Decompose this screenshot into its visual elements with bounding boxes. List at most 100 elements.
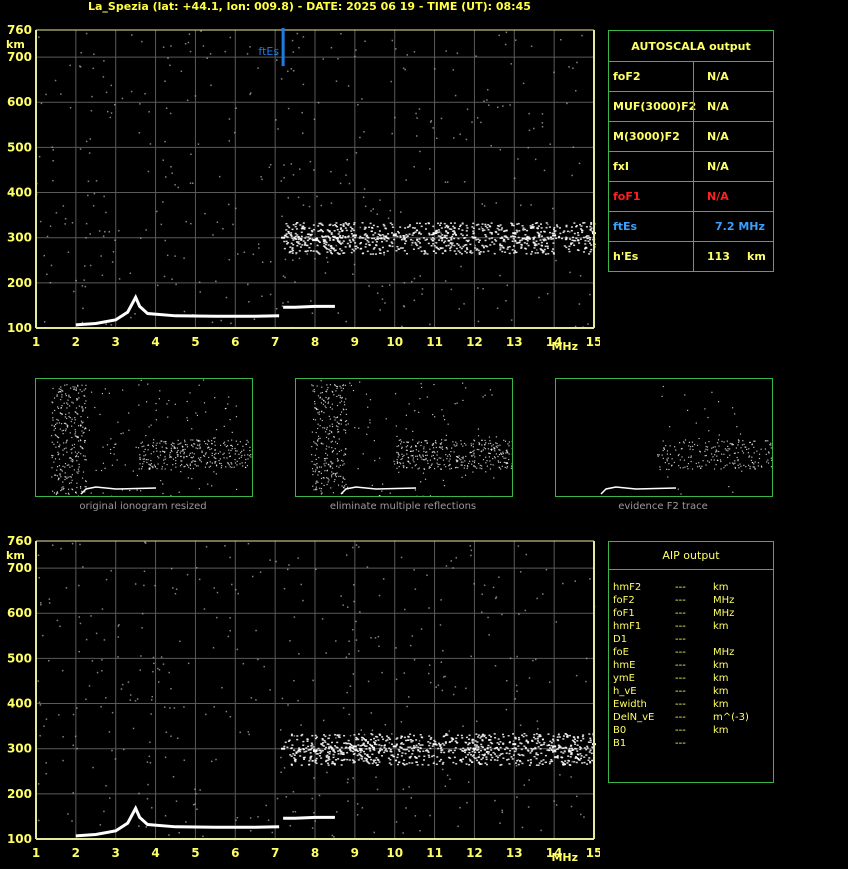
autoscala-param: ftEs <box>613 220 638 233</box>
aip-value: --- <box>675 660 686 671</box>
x-tick-label: 10 <box>386 335 403 349</box>
f-region-point <box>392 745 397 748</box>
aip-row-hmf2: hmF2 --- km <box>609 582 773 595</box>
aip-title: AIP output <box>609 542 773 570</box>
aip-unit: km <box>713 660 729 671</box>
x-axis-label: MHz <box>551 851 578 864</box>
autoscala-param: h'Es <box>613 250 639 263</box>
aip-row-deln-ve: DelN_vE --- m^(-3) <box>609 712 773 725</box>
y-axis-label: km <box>6 549 25 562</box>
thumbnail-f2-trace-plot <box>600 385 773 495</box>
aip-value: --- <box>675 712 686 723</box>
x-tick-label: 3 <box>112 846 120 860</box>
x-tick-label: 2 <box>72 846 80 860</box>
autoscala-row-m-3000-f2: M(3000)F2 N/A <box>609 121 773 151</box>
aip-value: --- <box>675 699 686 710</box>
y-tick-label: 500 <box>7 651 32 665</box>
aip-param: ymE <box>613 673 635 684</box>
autoscala-unit: km <box>747 250 766 263</box>
x-tick-label: 9 <box>351 335 359 349</box>
y-tick-label: 200 <box>7 787 32 801</box>
y-tick-label: 600 <box>7 95 32 109</box>
y-tick-label: 300 <box>7 742 32 756</box>
aip-unit: MHz <box>713 608 735 619</box>
x-tick-label: 13 <box>506 335 523 349</box>
aip-param: hmE <box>613 660 636 671</box>
ftes-marker-label: ftEs <box>258 45 279 58</box>
aip-param: h_vE <box>613 686 637 697</box>
echo-speckles <box>37 541 596 841</box>
x-tick-label: 4 <box>151 846 159 860</box>
x-tick-label: 5 <box>191 335 199 349</box>
autoscala-row-fxi: fxI N/A <box>609 151 773 181</box>
autoscala-title-text: AUTOSCALA output <box>631 39 751 53</box>
autoscala-output-panel: AUTOSCALA output foF2 N/A MUF(3000)F2 N/A M(… <box>608 30 774 272</box>
aip-row-foe: foE --- MHz <box>609 647 773 660</box>
autoscala-title: AUTOSCALA output <box>609 31 773 61</box>
autoscala-value: 7.2 MHz <box>715 220 765 233</box>
aip-row-hmf1: hmF1 --- km <box>609 621 773 634</box>
aip-value: --- <box>675 621 686 632</box>
aip-unit: km <box>713 582 729 593</box>
y-tick-label: 700 <box>7 50 32 64</box>
autoscala-value: 113 <box>707 250 730 263</box>
aip-param: foF1 <box>613 608 635 619</box>
thumbnail-original <box>35 378 254 497</box>
e-layer-traceline <box>75 804 280 838</box>
aip-unit: km <box>713 673 729 684</box>
y-tick-label: 300 <box>7 231 32 245</box>
autoscala-row-h-es: h'Es 113 km <box>609 241 773 271</box>
aip-unit: km <box>713 699 729 710</box>
x-tick-label: 1 <box>32 846 40 860</box>
aip-param: D1 <box>613 634 628 645</box>
autoscala-divider <box>693 182 694 211</box>
ionogram-chart-bottom: 1 2 3 4 5 6 7 8 9 10 11 12 13 14 151002003004005006007… <box>6 534 600 864</box>
x-tick-label: 11 <box>426 846 443 860</box>
aip-param: B1 <box>613 738 627 749</box>
x-tick-label: 13 <box>506 846 523 860</box>
f-region-point <box>392 234 397 237</box>
aip-unit: m^(-3) <box>713 712 749 723</box>
x-tick-label: 15 <box>586 335 600 349</box>
x-tick-label: 3 <box>112 335 120 349</box>
aip-row-yme: ymE --- km <box>609 673 773 686</box>
autoscala-divider <box>693 62 694 91</box>
aip-row-d1: D1 --- <box>609 634 773 647</box>
autoscala-divider <box>693 152 694 181</box>
autoscala-row-fof2: foF2 N/A <box>609 61 773 91</box>
f-region-point <box>313 749 317 752</box>
aip-row-fof1: foF1 --- MHz <box>609 608 773 621</box>
autoscala-divider <box>693 92 694 121</box>
y-axis-label: km <box>6 38 25 51</box>
f-region-point <box>552 234 557 237</box>
x-tick-label: 2 <box>72 335 80 349</box>
autoscala-param: M(3000)F2 <box>613 130 680 143</box>
x-tick-label: 5 <box>191 846 199 860</box>
aip-output-panel: AIP output hmF2 --- km foF2 --- MHz foF1 --- MHz… <box>608 541 774 783</box>
aip-unit: km <box>713 725 729 736</box>
x-axis-label: MHz <box>551 340 578 353</box>
aip-param: hmF1 <box>613 621 642 632</box>
autoscala-value: N/A <box>707 100 729 113</box>
x-tick-label: 4 <box>151 335 159 349</box>
autoscala-divider <box>693 122 694 151</box>
x-tick-label: 12 <box>466 335 483 349</box>
es-traceline <box>283 815 335 820</box>
aip-param: Ewidth <box>613 699 647 710</box>
aip-value: --- <box>675 738 686 749</box>
y-tick-label: 400 <box>7 697 32 711</box>
x-tick-label: 8 <box>311 846 319 860</box>
autoscala-value: N/A <box>707 70 729 83</box>
aip-title-text: AIP output <box>662 549 720 562</box>
thumbnail-no-multiples-plot <box>311 380 513 498</box>
x-tick-label: 15 <box>586 846 600 860</box>
f-region-point <box>512 743 517 746</box>
f-region-point <box>472 747 477 750</box>
f-region-point <box>432 232 437 235</box>
autoscala-value: N/A <box>707 160 729 173</box>
thumbnail-original-plot <box>51 379 254 497</box>
y-tick-label: 760 <box>7 23 32 37</box>
f-region-point <box>512 232 517 235</box>
x-tick-label: 6 <box>231 335 239 349</box>
y-tick-label: 100 <box>7 321 32 335</box>
